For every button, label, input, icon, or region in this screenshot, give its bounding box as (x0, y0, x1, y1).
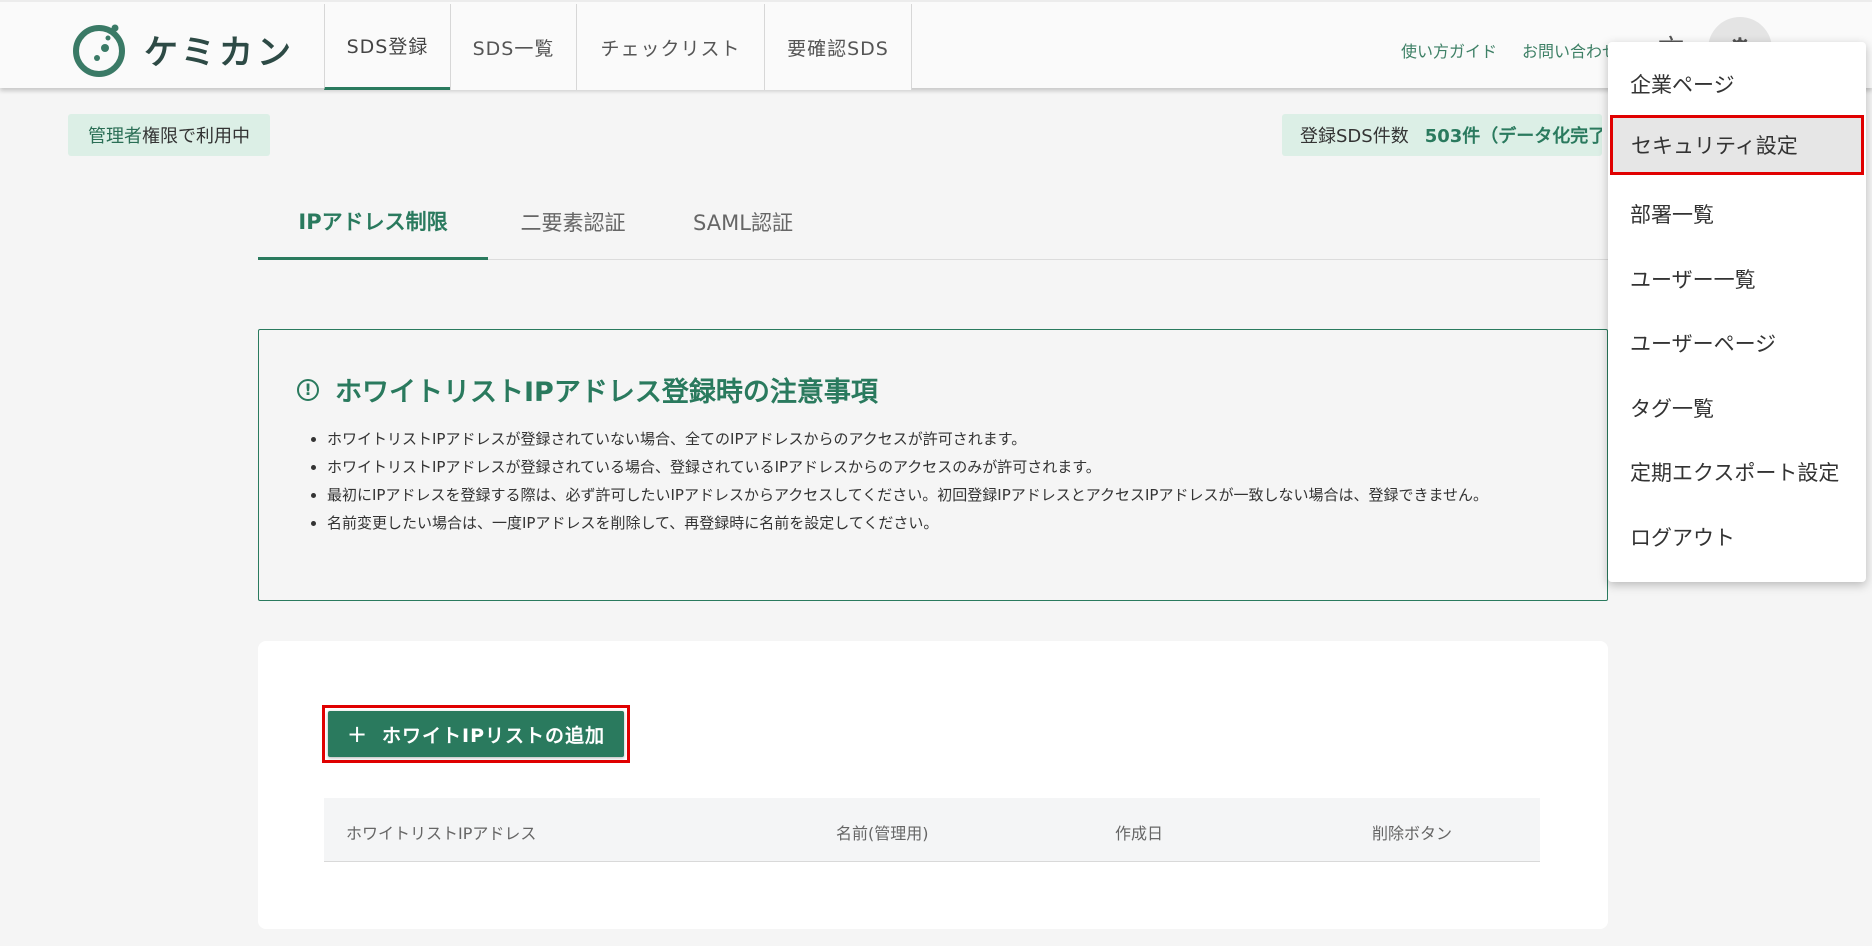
col-created-date: 作成日 (1115, 824, 1164, 843)
admin-role-label: 管理者 (88, 126, 142, 147)
notice-item: ホワイトリストIPアドレスが登録されている場合、登録されているIPアドレスからの… (327, 453, 1597, 481)
menu-item-security-settings[interactable]: セキュリティ設定 (1610, 115, 1864, 175)
menu-item-users[interactable]: ユーザー一覧 (1608, 251, 1866, 307)
table-header: ホワイトリストIPアドレス 名前(管理用) 作成日 削除ボタン (324, 798, 1540, 862)
plus-icon: + (346, 720, 369, 748)
top-navbar: ケミカン SDS登録 SDS一覧 チェックリスト 要確認SDS 使い方ガイド お… (0, 0, 1872, 90)
admin-status-text: 権限で利用中 (142, 126, 250, 147)
col-delete-button: 削除ボタン (1372, 824, 1453, 843)
alert-icon: ! (297, 378, 319, 401)
tab-saml[interactable]: SAML認証 (658, 184, 828, 260)
notice-list: ホワイトリストIPアドレスが登録されていない場合、全てのIPアドレスからのアクセ… (307, 425, 1597, 537)
admin-status-badge: 管理者 権限で利用中 (68, 114, 270, 156)
menu-item-departments[interactable]: 部署一覧 (1608, 186, 1866, 242)
nav-sds-register[interactable]: SDS登録 (324, 4, 450, 90)
menu-item-company-page[interactable]: 企業ページ (1608, 56, 1866, 112)
add-button-label: ホワイトIPリストの追加 (382, 724, 606, 747)
menu-item-logout[interactable]: ログアウト (1608, 509, 1866, 565)
notice-item: 名前変更したい場合は、一度IPアドレスを削除して、再登録時に名前を設定してくださ… (327, 509, 1597, 537)
menu-item-tags[interactable]: タグ一覧 (1608, 380, 1866, 436)
logo-text: ケミカン (144, 32, 295, 73)
menu-item-user-page[interactable]: ユーザーページ (1608, 315, 1866, 371)
sds-count-label: 登録SDS件数 (1300, 126, 1409, 147)
notice-title: ! ホワイトリストIPアドレス登録時の注意事項 (297, 370, 878, 409)
nav-needs-review-sds[interactable]: 要確認SDS (764, 4, 912, 90)
logo-icon (73, 24, 125, 77)
nav-sds-list[interactable]: SDS一覧 (450, 4, 576, 90)
security-tabs: IPアドレス制限 二要素認証 SAML認証 (258, 184, 1608, 260)
add-button-highlight: + ホワイトIPリストの追加 (322, 705, 630, 763)
settings-dropdown-menu: 企業ページ セキュリティ設定 部署一覧 ユーザー一覧 ユーザーページ タグ一覧 … (1608, 42, 1866, 582)
tab-two-factor[interactable]: 二要素認証 (488, 184, 658, 260)
notice-title-text: ホワイトリストIPアドレス登録時の注意事項 (335, 377, 878, 408)
notice-box: ! ホワイトリストIPアドレス登録時の注意事項 ホワイトリストIPアドレスが登録… (258, 329, 1608, 601)
sds-count-badge: 登録SDS件数 503件（データ化完了 (1282, 114, 1602, 156)
tab-ip-restriction[interactable]: IPアドレス制限 (258, 184, 488, 260)
nav-checklist[interactable]: チェックリスト (576, 4, 764, 90)
whitelist-card: + ホワイトIPリストの追加 ホワイトリストIPアドレス 名前(管理用) 作成日… (258, 641, 1608, 929)
logo[interactable]: ケミカン (72, 20, 295, 78)
col-ip-address: ホワイトリストIPアドレス (346, 824, 537, 843)
menu-item-scheduled-export[interactable]: 定期エクスポート設定 (1608, 444, 1866, 500)
contact-link[interactable]: お問い合わせ (1522, 38, 1618, 62)
sds-count-value: 503件（データ化完了 (1424, 126, 1602, 147)
guide-link[interactable]: 使い方ガイド (1401, 38, 1497, 62)
add-whitelist-button[interactable]: + ホワイトIPリストの追加 (328, 711, 624, 757)
col-name: 名前(管理用) (836, 824, 929, 843)
notice-item: ホワイトリストIPアドレスが登録されていない場合、全てのIPアドレスからのアクセ… (327, 425, 1597, 453)
notice-item: 最初にIPアドレスを登録する際は、必ず許可したいIPアドレスからアクセスしてくだ… (327, 481, 1597, 509)
